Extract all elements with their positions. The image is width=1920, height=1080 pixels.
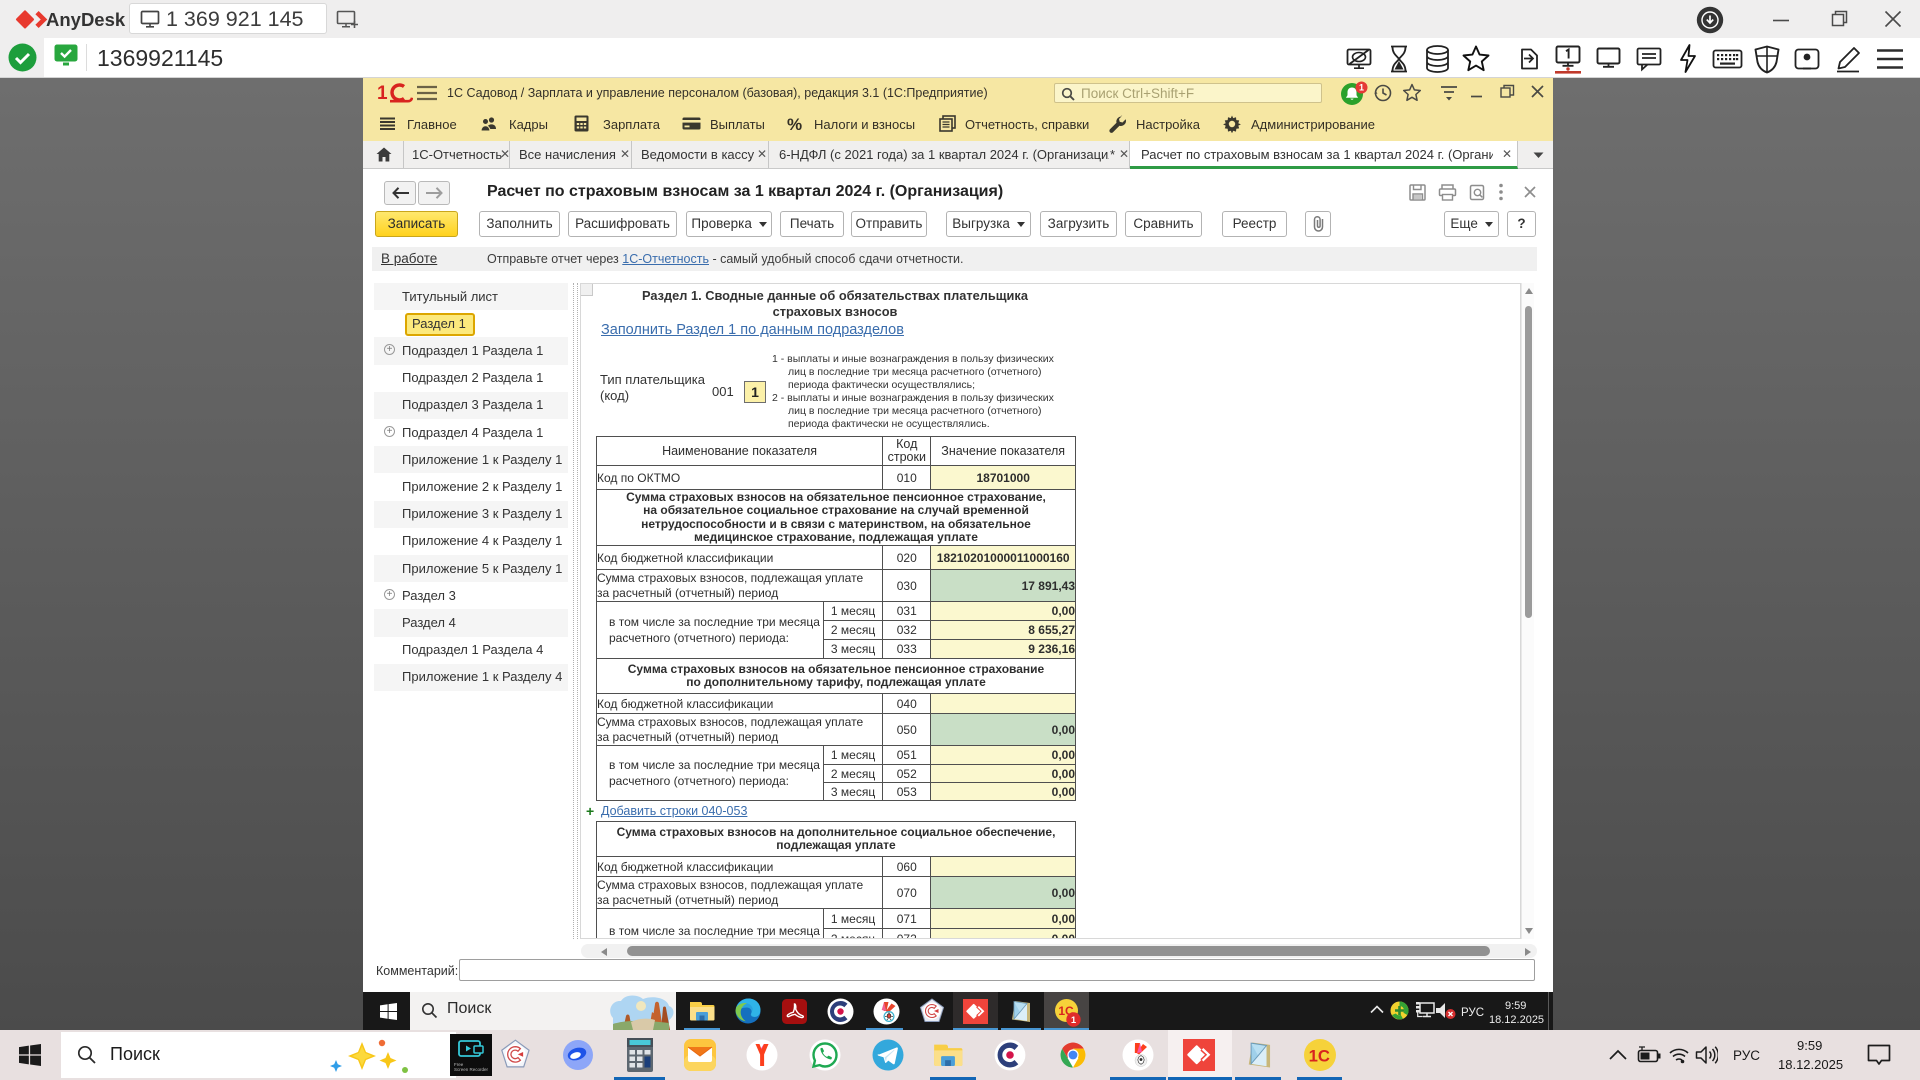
svg-text:1С: 1С <box>1309 1046 1330 1065</box>
svg-text:1: 1 <box>1071 1015 1077 1026</box>
svg-text:1: 1 <box>377 83 388 104</box>
svg-text:18.12.2025: 18.12.2025 <box>1489 1014 1544 1026</box>
svg-text:1: 1 <box>1359 82 1364 92</box>
svg-text:РУС: РУС <box>1461 1007 1484 1019</box>
svg-text:9:59: 9:59 <box>1505 1000 1526 1012</box>
